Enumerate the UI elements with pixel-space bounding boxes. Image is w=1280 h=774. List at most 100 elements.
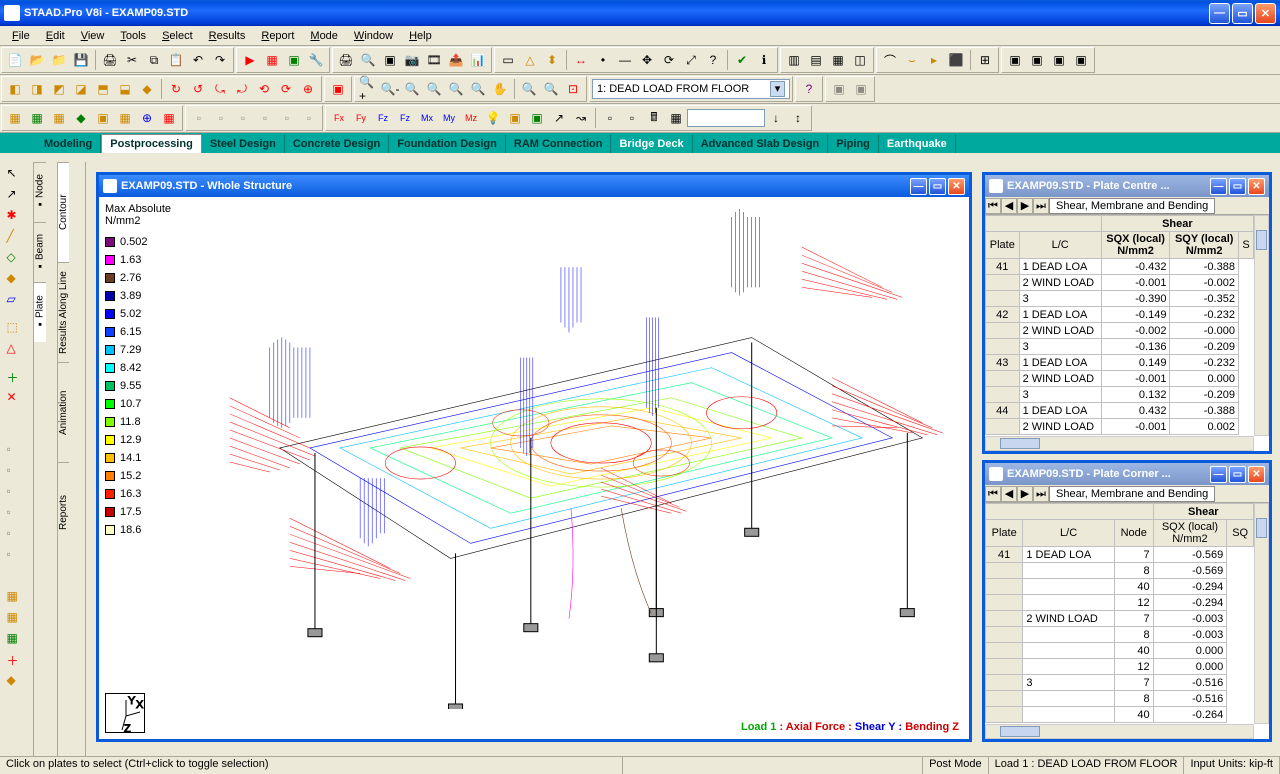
- menu-select[interactable]: Select: [154, 30, 201, 42]
- report-icon[interactable]: 📊: [468, 50, 488, 70]
- supp-sel-icon[interactable]: △: [6, 340, 28, 360]
- bulb-icon[interactable]: 💡: [483, 108, 503, 128]
- calc-icon[interactable]: 🖩: [644, 108, 664, 128]
- mx-icon[interactable]: Mx: [417, 108, 437, 128]
- iso4-icon[interactable]: ▣: [1071, 50, 1091, 70]
- sub-tab-contour[interactable]: Contour: [58, 162, 69, 262]
- redo-icon[interactable]: ↷: [210, 50, 230, 70]
- nav-next-icon[interactable]: ▶: [1017, 486, 1033, 502]
- mode-tab-postprocessing[interactable]: Postprocessing: [101, 134, 202, 153]
- zoomout-icon[interactable]: 🔍-: [380, 79, 400, 99]
- fx-icon[interactable]: Fx: [329, 108, 349, 128]
- open-icon[interactable]: 📂: [27, 50, 47, 70]
- menu-help[interactable]: Help: [401, 30, 440, 42]
- mesh5-icon[interactable]: ▣: [93, 108, 113, 128]
- menu-window[interactable]: Window: [346, 30, 401, 42]
- menu-view[interactable]: View: [73, 30, 113, 42]
- grid-icon[interactable]: ▦: [262, 50, 282, 70]
- mdi-maximize-button[interactable]: ▭: [929, 178, 946, 195]
- arc-icon[interactable]: ⌒: [880, 50, 900, 70]
- mesh8-icon[interactable]: ▦: [159, 108, 179, 128]
- cube7-icon[interactable]: ◆: [137, 79, 157, 99]
- sub-tab-reports[interactable]: Reports: [58, 462, 69, 562]
- my-icon[interactable]: My: [439, 108, 459, 128]
- cut-icon[interactable]: ✂: [122, 50, 142, 70]
- env-icon[interactable]: ▣: [505, 108, 525, 128]
- sub-tab-results-along-line[interactable]: Results Along Line: [58, 262, 69, 362]
- mode-tab-earthquake[interactable]: Earthquake: [879, 135, 956, 153]
- cursor-icon[interactable]: ↖: [6, 165, 28, 185]
- mode-tab-ram-connection[interactable]: RAM Connection: [506, 135, 612, 153]
- capture-icon[interactable]: ▣: [380, 50, 400, 70]
- apply-icon[interactable]: ↓: [766, 108, 786, 128]
- beam-lbl-icon[interactable]: —: [615, 50, 635, 70]
- mdi-maximize-button[interactable]: ▭: [1229, 466, 1246, 483]
- zoom3-icon[interactable]: 🔍: [519, 79, 539, 99]
- pan-icon[interactable]: ✋: [490, 79, 510, 99]
- open2-icon[interactable]: 📁: [49, 50, 69, 70]
- mesh7-icon[interactable]: ⊕: [137, 108, 157, 128]
- v1-icon[interactable]: ▦: [6, 588, 28, 608]
- zoom4-icon[interactable]: 🔍: [541, 79, 561, 99]
- solid-sel-icon[interactable]: ◆: [6, 270, 28, 290]
- win1-icon[interactable]: ▥: [784, 50, 804, 70]
- page-tab-node[interactable]: ▪ Node: [34, 162, 46, 222]
- mode-tab-piping[interactable]: Piping: [828, 135, 879, 153]
- hscrollbar[interactable]: [985, 724, 1254, 739]
- save-icon[interactable]: 💾: [71, 50, 91, 70]
- help-icon[interactable]: ?: [703, 50, 723, 70]
- paste-icon[interactable]: 📋: [166, 50, 186, 70]
- menu-file[interactable]: File: [4, 30, 38, 42]
- mode-tab-advanced-slab-design[interactable]: Advanced Slab Design: [693, 135, 829, 153]
- zoomdy-icon[interactable]: 🔍: [468, 79, 488, 99]
- undo-icon[interactable]: ↶: [188, 50, 208, 70]
- camera-icon[interactable]: 📷: [402, 50, 422, 70]
- mesh1-icon[interactable]: ▦: [5, 108, 25, 128]
- node-sel-icon[interactable]: ✱: [6, 207, 28, 227]
- vscrollbar[interactable]: [1254, 503, 1269, 724]
- nav-last-icon[interactable]: ⏭: [1033, 486, 1049, 502]
- mode-tab-modeling[interactable]: Modeling: [36, 135, 101, 153]
- rot-l-icon[interactable]: ⤿: [210, 79, 230, 99]
- cube4-icon[interactable]: ◪: [71, 79, 91, 99]
- zoomfit-icon[interactable]: 🔍: [424, 79, 444, 99]
- menu-edit[interactable]: Edit: [38, 30, 73, 42]
- info-icon[interactable]: ℹ: [754, 50, 774, 70]
- scale2-icon[interactable]: ▫: [622, 108, 642, 128]
- iso1-icon[interactable]: ▣: [1005, 50, 1025, 70]
- vscrollbar[interactable]: [1254, 215, 1269, 436]
- v2-icon[interactable]: ▦: [6, 609, 28, 629]
- run-icon[interactable]: ▶: [240, 50, 260, 70]
- cube5-icon[interactable]: ⬒: [93, 79, 113, 99]
- rot-up-icon[interactable]: ↻: [166, 79, 186, 99]
- sel-line-icon[interactable]: ⬍: [542, 50, 562, 70]
- menu-tools[interactable]: Tools: [112, 30, 154, 42]
- rotate-icon[interactable]: ⟳: [659, 50, 679, 70]
- mode-tab-concrete-design[interactable]: Concrete Design: [285, 135, 389, 153]
- menu-results[interactable]: Results: [201, 30, 254, 42]
- copy-icon[interactable]: ⧉: [144, 50, 164, 70]
- page-tab-plate[interactable]: ▪ Plate: [34, 282, 46, 342]
- zoomprev-icon[interactable]: 🔍: [446, 79, 466, 99]
- fz-icon[interactable]: Fz: [373, 108, 393, 128]
- load-case-combo[interactable]: 1: DEAD LOAD FROM FLOOR ▾: [592, 79, 790, 99]
- win4-icon[interactable]: ◫: [850, 50, 870, 70]
- preview-icon[interactable]: 🔍: [358, 50, 378, 70]
- mode-tab-bridge-deck[interactable]: Bridge Deck: [611, 135, 692, 153]
- nav-first-icon[interactable]: ⏮: [985, 198, 1001, 214]
- mdi-close-button[interactable]: ✕: [948, 178, 965, 195]
- v5-icon[interactable]: ◆: [6, 672, 28, 692]
- minus-icon[interactable]: ✕: [6, 389, 28, 409]
- arc4-icon[interactable]: ⬛: [946, 50, 966, 70]
- cube2-icon[interactable]: ◨: [27, 79, 47, 99]
- cube6-icon[interactable]: ⬓: [115, 79, 135, 99]
- close-button[interactable]: ✕: [1255, 3, 1276, 24]
- sym-icon[interactable]: ⊞: [975, 50, 995, 70]
- structure-plot[interactable]: [189, 207, 963, 709]
- print-icon[interactable]: 🖨: [100, 50, 120, 70]
- disp-icon[interactable]: ↗: [549, 108, 569, 128]
- sel-win-icon[interactable]: ▭: [498, 50, 518, 70]
- menu-mode[interactable]: Mode: [302, 30, 346, 42]
- fy-icon[interactable]: Fy: [351, 108, 371, 128]
- reset-icon[interactable]: ↕: [788, 108, 808, 128]
